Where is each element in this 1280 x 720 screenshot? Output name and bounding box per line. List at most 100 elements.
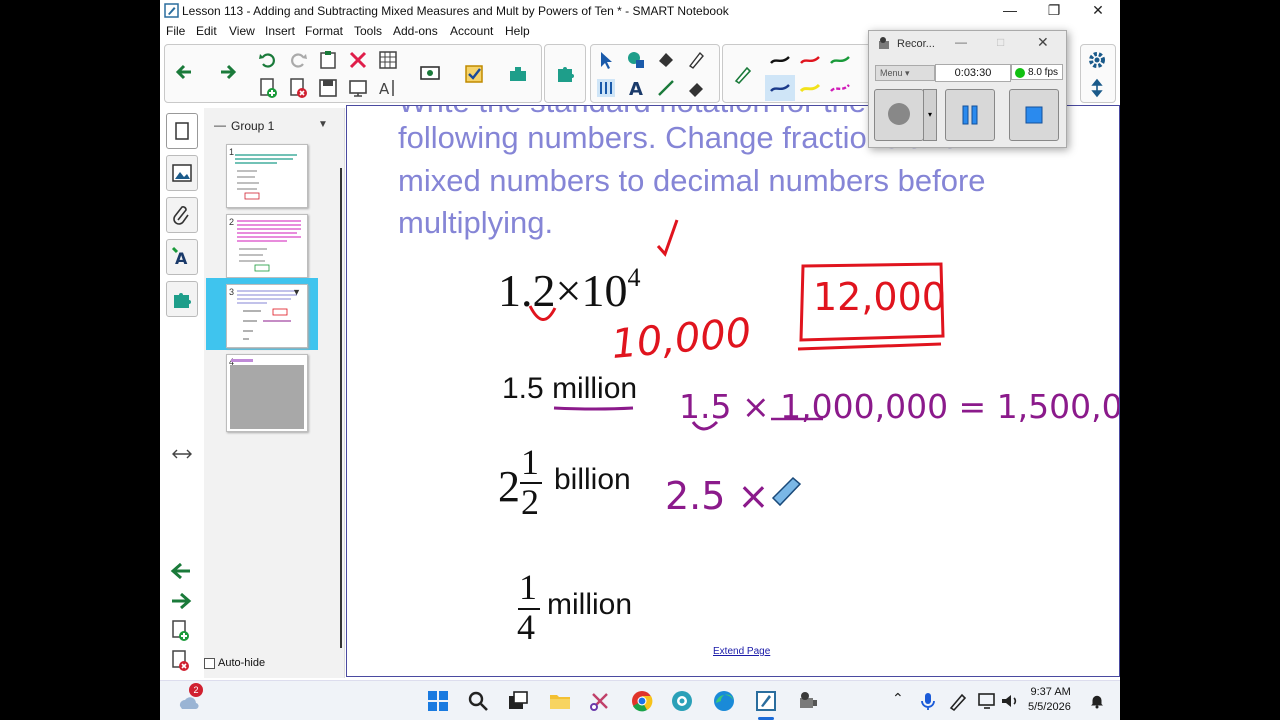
resize-sidebar-icon[interactable] bbox=[170, 445, 194, 463]
system-clock[interactable]: 9:37 AM 5/5/2026 bbox=[1028, 685, 1071, 715]
recorder-title: Recor... bbox=[897, 38, 935, 50]
menu-account[interactable]: Account bbox=[450, 24, 493, 38]
group-collapse-icon[interactable]: — bbox=[214, 118, 226, 132]
tab-add-ons[interactable] bbox=[166, 281, 198, 317]
notebook-page-canvas[interactable]: Write the standard notation for the foll… bbox=[346, 105, 1120, 677]
add-ons-icon[interactable] bbox=[554, 63, 576, 85]
recorder-menu-button[interactable]: Menu ▾ bbox=[875, 65, 935, 81]
sidebar-next-page-icon[interactable] bbox=[168, 589, 194, 613]
file-explorer-icon[interactable] bbox=[548, 689, 572, 713]
screen-recorder-taskbar-icon[interactable] bbox=[670, 689, 694, 713]
pause-button[interactable] bbox=[945, 89, 995, 141]
page-thumbnail-3[interactable]: 3 ▼ bbox=[226, 284, 308, 348]
shapes-icon[interactable] bbox=[625, 49, 647, 71]
line-icon[interactable] bbox=[655, 77, 677, 99]
handwriting-recognition-icon[interactable]: A bbox=[377, 77, 399, 99]
recorder-close-button[interactable]: ✕ bbox=[1037, 34, 1049, 51]
tab-page-sorter[interactable] bbox=[166, 113, 198, 149]
recorder-minimize-button[interactable]: — bbox=[955, 35, 967, 49]
edge-icon[interactable] bbox=[712, 689, 736, 713]
chrome-icon[interactable] bbox=[630, 689, 654, 713]
tab-gallery[interactable] bbox=[166, 155, 198, 191]
screen-shade-icon[interactable] bbox=[347, 77, 369, 99]
previous-page-icon[interactable] bbox=[173, 61, 195, 83]
smart-notebook-taskbar-icon[interactable] bbox=[754, 689, 778, 713]
tab-properties[interactable]: A bbox=[166, 239, 198, 275]
pen-red-icon[interactable] bbox=[799, 49, 821, 71]
menu-edit[interactable]: Edit bbox=[196, 24, 217, 38]
auto-hide-toggle[interactable]: Auto-hide bbox=[204, 657, 265, 669]
paste-icon[interactable] bbox=[317, 49, 339, 71]
recorder-fps: 8.0 fps bbox=[1011, 64, 1063, 80]
task-view-icon[interactable] bbox=[506, 689, 530, 713]
pen-green-icon[interactable] bbox=[829, 49, 851, 71]
thumbnail-preview bbox=[237, 220, 301, 272]
delete-page-icon[interactable] bbox=[287, 77, 309, 99]
properties-icon[interactable] bbox=[595, 77, 617, 99]
problem-2-work-ink: 1.5 × 1,000,000 = 1,500,000 bbox=[679, 387, 1119, 426]
recorder-maximize-button[interactable]: □ bbox=[997, 35, 1004, 49]
next-page-icon[interactable] bbox=[217, 61, 239, 83]
notification-bell-icon[interactable] bbox=[1088, 692, 1106, 710]
minimize-button[interactable]: — bbox=[988, 0, 1032, 22]
auto-hide-checkbox[interactable] bbox=[204, 657, 215, 669]
smart-lab-icon[interactable] bbox=[507, 63, 529, 85]
document-camera-icon[interactable] bbox=[419, 63, 441, 85]
microphone-icon[interactable] bbox=[916, 689, 940, 713]
group-menu-chevron-icon[interactable]: ▼ bbox=[318, 119, 328, 130]
pen-icon[interactable] bbox=[732, 63, 754, 85]
network-icon[interactable] bbox=[976, 689, 1000, 713]
menu-view[interactable]: View bbox=[229, 24, 255, 38]
snipping-tool-icon[interactable] bbox=[588, 689, 612, 713]
pen-purple-icon[interactable] bbox=[769, 77, 791, 99]
page-thumbnail-4[interactable]: 4 bbox=[226, 354, 308, 432]
tab-attachments[interactable] bbox=[166, 197, 198, 233]
menu-add-ons[interactable]: Add-ons bbox=[393, 24, 438, 38]
page-thumbnail-1[interactable]: 1 bbox=[226, 144, 308, 208]
thumbnail-ink-mark bbox=[231, 359, 253, 362]
menu-file[interactable]: File bbox=[166, 24, 185, 38]
save-icon[interactable] bbox=[317, 77, 339, 99]
pen-menu-icon[interactable] bbox=[946, 689, 970, 713]
record-button[interactable] bbox=[874, 89, 924, 141]
response-icon[interactable] bbox=[463, 63, 485, 85]
pen-magenta-icon[interactable] bbox=[829, 77, 851, 99]
table-icon[interactable] bbox=[377, 49, 399, 71]
pen-black-icon[interactable] bbox=[769, 49, 791, 71]
sidebar-delete-page-icon[interactable] bbox=[170, 649, 192, 673]
paperclip-icon bbox=[173, 206, 189, 225]
pen-yellow-icon[interactable] bbox=[799, 77, 821, 99]
show-hidden-icons-chevron-icon[interactable]: ⌃ bbox=[892, 690, 904, 707]
fill-icon[interactable] bbox=[655, 49, 677, 71]
page-thumbnail-2[interactable]: 2 bbox=[226, 214, 308, 278]
move-toolbar-icon[interactable] bbox=[1086, 77, 1108, 99]
text-icon[interactable]: A bbox=[625, 77, 647, 99]
menu-insert[interactable]: Insert bbox=[265, 24, 295, 38]
sidebar-previous-page-icon[interactable] bbox=[168, 559, 194, 583]
recorder-taskbar-icon[interactable] bbox=[796, 689, 820, 713]
windows-start-icon[interactable] bbox=[426, 689, 450, 713]
title-bar: Lesson 113 - Adding and Subtracting Mixe… bbox=[160, 0, 1120, 22]
undo-icon[interactable] bbox=[257, 49, 279, 71]
sidebar-add-page-icon[interactable] bbox=[170, 619, 192, 643]
menu-format[interactable]: Format bbox=[305, 24, 343, 38]
redo-icon[interactable] bbox=[287, 49, 309, 71]
gear-icon[interactable] bbox=[1086, 49, 1108, 71]
magic-pen-icon[interactable] bbox=[685, 49, 707, 71]
select-icon[interactable] bbox=[595, 49, 617, 71]
sorter-scrollbar[interactable] bbox=[340, 168, 342, 648]
delete-icon[interactable] bbox=[347, 49, 369, 71]
volume-icon[interactable] bbox=[998, 689, 1022, 713]
extend-page-link[interactable]: Extend Page bbox=[713, 646, 770, 657]
close-button[interactable]: ✕ bbox=[1076, 0, 1120, 22]
add-page-icon[interactable] bbox=[257, 77, 279, 99]
answer-underline-ink bbox=[797, 342, 942, 351]
page-menu-chevron-icon[interactable]: ▼ bbox=[292, 287, 301, 297]
eraser-icon[interactable] bbox=[685, 77, 707, 99]
stop-button[interactable] bbox=[1009, 89, 1059, 141]
maximize-button[interactable]: ❐ bbox=[1032, 0, 1076, 22]
menu-tools[interactable]: Tools bbox=[354, 24, 382, 38]
menu-help[interactable]: Help bbox=[505, 24, 530, 38]
record-options-dropdown[interactable]: ▾ bbox=[923, 89, 937, 141]
search-icon[interactable] bbox=[466, 689, 490, 713]
